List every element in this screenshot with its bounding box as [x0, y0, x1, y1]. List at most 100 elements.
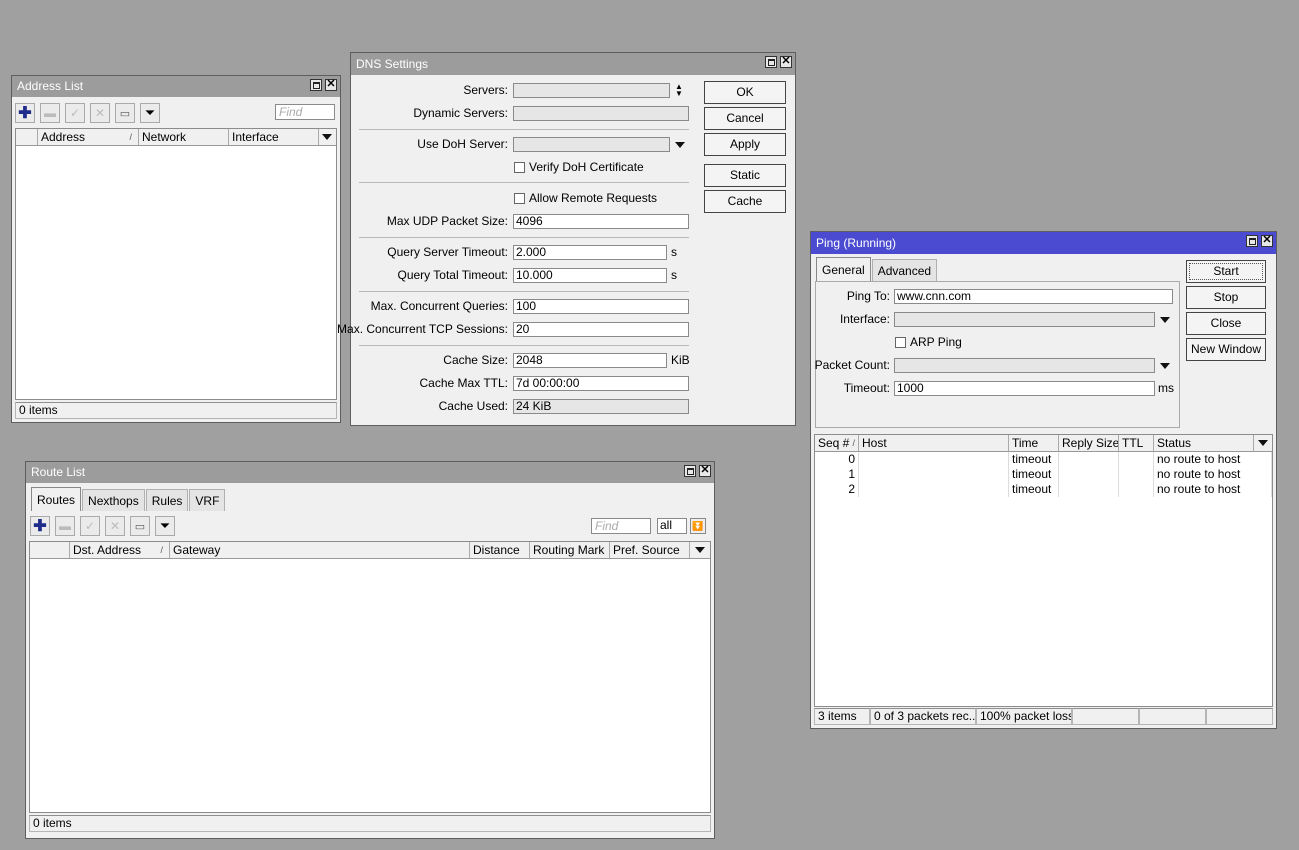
dynamic-servers-field	[513, 106, 689, 121]
filter-button[interactable]: ⏷	[155, 516, 175, 536]
unit-seconds: s	[671, 245, 677, 259]
maximize-icon[interactable]	[765, 56, 777, 68]
ok-button[interactable]: OK	[704, 81, 786, 104]
tab-general[interactable]: General	[816, 257, 871, 281]
column-header-routing-mark[interactable]: Routing Mark	[530, 542, 610, 558]
verify-doh-checkbox[interactable]	[514, 162, 525, 173]
remove-button[interactable]: ▬	[40, 103, 60, 123]
cancel-button[interactable]: Cancel	[704, 107, 786, 130]
cache-max-ttl-field[interactable]: 7d 00:00:00	[513, 376, 689, 391]
servers-field[interactable]	[513, 83, 670, 98]
tab-nexthops[interactable]: Nexthops	[82, 489, 145, 511]
enable-button[interactable]: ✓	[80, 516, 100, 536]
start-button[interactable]: Start	[1186, 260, 1266, 283]
filter-dropdown-button[interactable]: ⏬	[690, 518, 706, 534]
column-header-network[interactable]: Network	[139, 129, 229, 145]
close-icon[interactable]: ✕	[780, 56, 792, 68]
new-window-button[interactable]: New Window	[1186, 338, 1266, 361]
column-menu-button[interactable]	[690, 542, 710, 558]
table-row[interactable]: 2 timeout no route to host	[815, 482, 1272, 497]
address-list-window: Address List ✕ ✚ ▬ ✓ ✕ ▭ ⏷ Find Address /…	[11, 75, 341, 423]
table-header: Seq # / Host Time Reply Size TTL Status	[815, 435, 1272, 452]
ping-to-label: Ping To:	[846, 289, 890, 303]
tab-rules[interactable]: Rules	[145, 489, 189, 511]
column-header-select[interactable]	[16, 129, 38, 145]
table-row[interactable]: 0 timeout no route to host	[815, 452, 1272, 467]
column-menu-button[interactable]	[1254, 435, 1272, 451]
max-tcp-sessions-field[interactable]: 20	[513, 322, 689, 337]
disable-button[interactable]: ✕	[105, 516, 125, 536]
column-header-reply-size[interactable]: Reply Size	[1059, 435, 1119, 451]
arp-ping-checkbox[interactable]	[895, 337, 906, 348]
close-button[interactable]: Close	[1186, 312, 1266, 335]
add-button[interactable]: ✚	[30, 516, 50, 536]
close-icon[interactable]: ✕	[699, 465, 711, 477]
route-list-titlebar[interactable]: Route List ✕	[26, 462, 714, 483]
max-concurrent-queries-field[interactable]: 100	[513, 299, 689, 314]
chevron-down-icon[interactable]	[1160, 317, 1170, 323]
column-header-host[interactable]: Host	[859, 435, 1009, 451]
filter-button[interactable]: ⏷	[140, 103, 160, 123]
remove-button[interactable]: ▬	[55, 516, 75, 536]
cache-size-field[interactable]: 2048	[513, 353, 667, 368]
column-header-flags[interactable]	[30, 542, 70, 558]
chevron-down-icon[interactable]	[1160, 363, 1170, 369]
comment-button[interactable]: ▭	[115, 103, 135, 123]
enable-button[interactable]: ✓	[65, 103, 85, 123]
max-tcp-sessions-label: Max. Concurrent TCP Sessions:	[337, 322, 508, 336]
column-header-distance[interactable]: Distance	[470, 542, 530, 558]
use-doh-field[interactable]	[513, 137, 670, 152]
filter-select[interactable]: all	[657, 518, 687, 534]
route-list-window: Route List ✕ Routes Nexthops Rules VRF ✚…	[25, 461, 715, 839]
general-panel: Ping To: www.cnn.com Interface: ARP Ping…	[815, 281, 1180, 428]
maximize-icon[interactable]	[684, 465, 696, 477]
maximize-icon[interactable]	[310, 79, 322, 91]
allow-remote-checkbox[interactable]	[514, 193, 525, 204]
tab-vrf[interactable]: VRF	[189, 489, 226, 511]
packet-count-field[interactable]	[894, 358, 1155, 373]
interface-field[interactable]	[894, 312, 1155, 327]
add-button[interactable]: ✚	[15, 103, 35, 123]
column-header-ttl[interactable]: TTL	[1119, 435, 1154, 451]
maximize-icon[interactable]	[1246, 235, 1258, 247]
sort-icon: /	[852, 438, 855, 448]
window-title: Address List	[17, 79, 84, 93]
tab-routes[interactable]: Routes	[31, 487, 82, 511]
chevron-down-icon[interactable]	[675, 142, 685, 148]
column-header-gateway[interactable]: Gateway	[170, 542, 470, 558]
column-header-dst-address[interactable]: Dst. Address /	[70, 542, 170, 558]
packets-received: 0 of 3 packets rec...	[870, 708, 976, 725]
query-server-timeout-field[interactable]: 2.000	[513, 245, 667, 260]
close-icon[interactable]: ✕	[1261, 235, 1273, 247]
cache-button[interactable]: Cache	[704, 190, 786, 213]
column-header-interface[interactable]: Interface	[229, 129, 319, 145]
column-header-pref-source[interactable]: Pref. Source	[610, 542, 690, 558]
find-input[interactable]: Find	[591, 518, 651, 534]
dns-titlebar[interactable]: DNS Settings ✕	[351, 53, 795, 75]
static-button[interactable]: Static	[704, 164, 786, 187]
divider	[359, 291, 689, 292]
max-udp-field[interactable]: 4096	[513, 214, 689, 229]
close-icon[interactable]: ✕	[325, 79, 337, 91]
table-row[interactable]: 1 timeout no route to host	[815, 467, 1272, 482]
address-list-titlebar[interactable]: Address List ✕	[12, 76, 340, 97]
column-header-address[interactable]: Address /	[38, 129, 139, 145]
table-body: 0 timeout no route to host 1 timeout no …	[815, 452, 1272, 497]
ping-titlebar[interactable]: Ping (Running) ✕	[811, 232, 1276, 254]
comment-icon: ▭	[119, 107, 131, 120]
column-header-status[interactable]: Status	[1154, 435, 1254, 451]
apply-button[interactable]: Apply	[704, 133, 786, 156]
disable-button[interactable]: ✕	[90, 103, 110, 123]
ping-to-field[interactable]: www.cnn.com	[894, 289, 1173, 304]
column-header-time[interactable]: Time	[1009, 435, 1059, 451]
column-header-seq[interactable]: Seq # /	[815, 435, 859, 451]
column-menu-button[interactable]	[319, 129, 336, 145]
find-input[interactable]: Find	[275, 104, 335, 120]
divider	[359, 182, 689, 183]
timeout-field[interactable]: 1000	[894, 381, 1155, 396]
query-total-timeout-field[interactable]: 10.000	[513, 268, 667, 283]
updown-icon[interactable]: ▲ ▼	[675, 83, 683, 98]
comment-button[interactable]: ▭	[130, 516, 150, 536]
tab-advanced[interactable]: Advanced	[871, 259, 938, 281]
stop-button[interactable]: Stop	[1186, 286, 1266, 309]
